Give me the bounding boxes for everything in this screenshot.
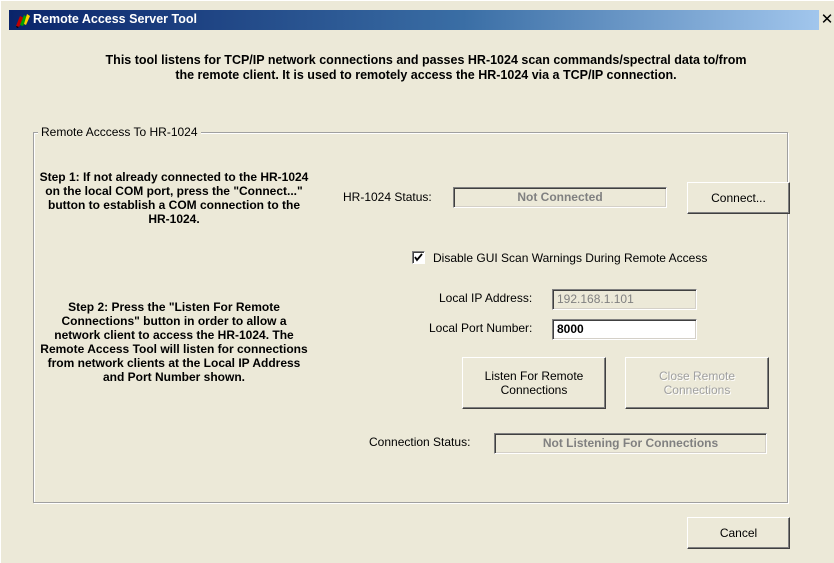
groupbox-label: Remote Acccess To HR-1024 — [38, 125, 201, 139]
step2-instructions: Step 2: Press the "Listen For Remote Con… — [40, 300, 308, 384]
tool-description: This tool listens for TCP/IP network con… — [105, 53, 747, 82]
local-ip-label: Local IP Address: — [439, 291, 533, 305]
close-connections-button[interactable]: Close Remote Connections — [625, 357, 769, 409]
hr1024-status-field: Not Connected — [453, 187, 667, 208]
local-ip-field: 192.168.1.101 — [552, 289, 697, 310]
window-title: Remote Access Server Tool — [33, 12, 197, 26]
dialog-window: Remote Access Server Tool ✕ This tool li… — [0, 0, 834, 563]
app-color-pencil-icon — [16, 14, 30, 28]
step1-instructions: Step 1: If not already connected to the … — [39, 170, 309, 226]
connection-status-field: Not Listening For Connections — [494, 433, 767, 454]
hr1024-status-label: HR-1024 Status: — [343, 190, 432, 204]
cancel-button[interactable]: Cancel — [687, 517, 790, 549]
disable-warnings-label[interactable]: Disable GUI Scan Warnings During Remote … — [433, 251, 707, 265]
local-port-input[interactable]: 8000 — [552, 319, 697, 340]
connection-status-label: Connection Status: — [369, 435, 471, 449]
close-button[interactable]: ✕ — [819, 10, 834, 30]
checkmark-icon — [414, 253, 423, 262]
local-port-label: Local Port Number: — [429, 321, 533, 335]
listen-button[interactable]: Listen For Remote Connections — [462, 357, 606, 409]
connect-button[interactable]: Connect... — [687, 182, 790, 214]
title-bar[interactable]: Remote Access Server Tool ✕ — [9, 10, 834, 30]
disable-warnings-checkbox[interactable] — [412, 251, 425, 264]
